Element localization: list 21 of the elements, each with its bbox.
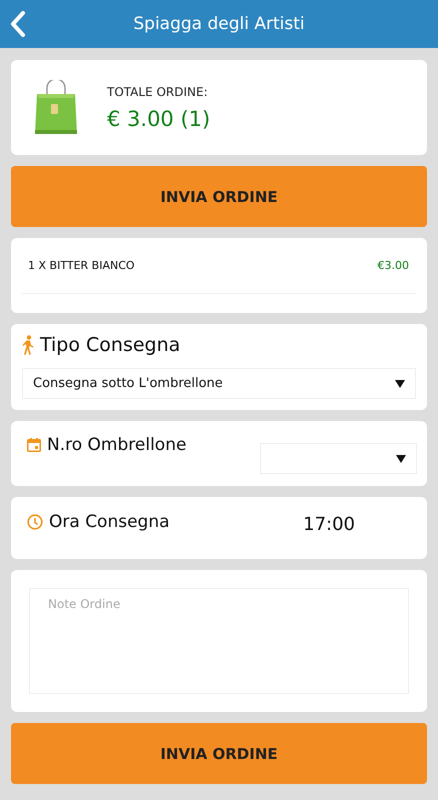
item-name: 1 X BITTER BIANCO xyxy=(28,259,135,272)
shopping-bag-icon xyxy=(33,80,79,136)
header-title: Spiagga degli Artisti xyxy=(133,14,305,34)
item-price: €3.00 xyxy=(378,259,409,272)
total-label: TOTALE ORDINE: xyxy=(107,84,209,98)
section-title: Ora Consegna xyxy=(49,512,170,532)
section-title: Tipo Consegna xyxy=(40,334,180,356)
walking-person-icon xyxy=(22,335,34,355)
submit-button[interactable]: INVIA ORDINE xyxy=(11,723,427,784)
calendar-icon xyxy=(27,438,41,452)
caret-icon xyxy=(395,380,405,388)
delivery-type-dropdown[interactable]: Consegna sotto L'ombrellone xyxy=(22,368,416,399)
submit-button[interactable]: INVIA ORDINE xyxy=(11,166,427,227)
back-button[interactable] xyxy=(8,9,28,39)
notes-field[interactable]: Note Ordine xyxy=(29,588,409,694)
total-amount: € 3.00 (1) xyxy=(107,106,210,130)
back-icon xyxy=(10,11,26,37)
clock-icon xyxy=(27,514,43,530)
section-title: N.ro Ombrellone xyxy=(47,435,186,455)
delivery-time[interactable]: 17:00 xyxy=(303,514,355,535)
caret-icon xyxy=(396,454,406,462)
